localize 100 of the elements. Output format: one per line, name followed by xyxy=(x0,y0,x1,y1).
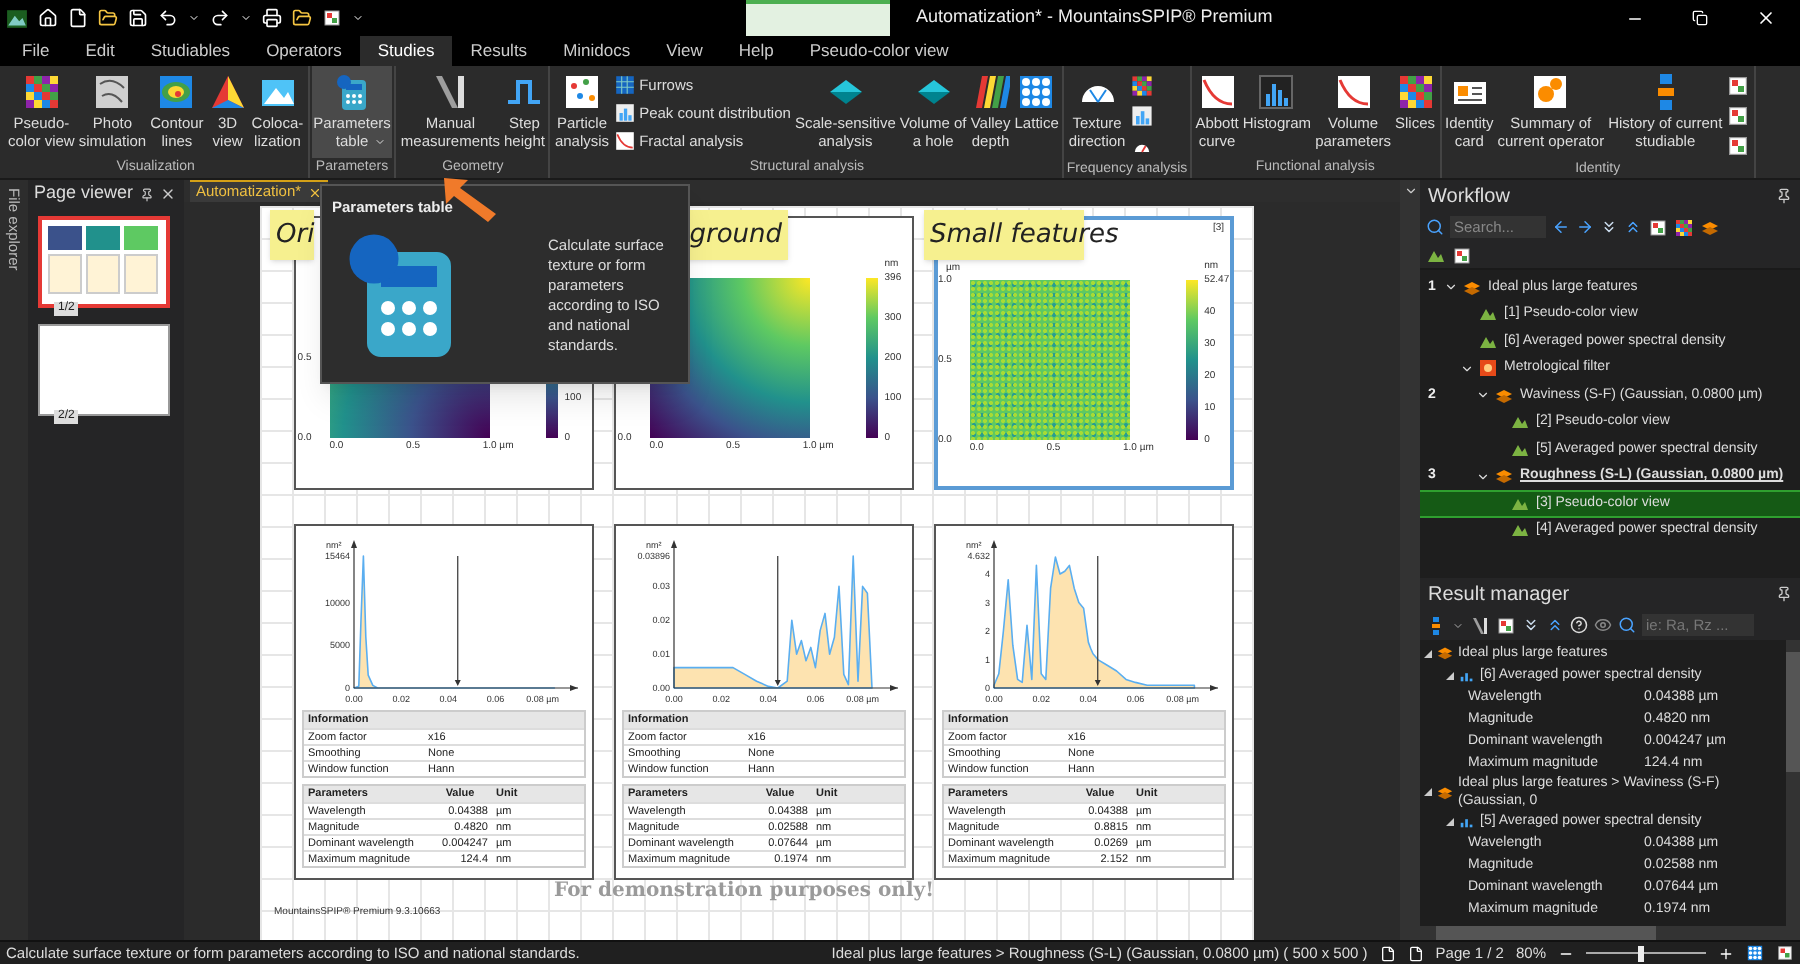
layers-icon xyxy=(1436,644,1454,662)
layers-icon xyxy=(1436,783,1454,801)
layers-icon xyxy=(1494,385,1514,406)
image-icon xyxy=(1726,134,1751,158)
image-icon xyxy=(1726,104,1751,128)
note-text: Small features xyxy=(930,217,1119,254)
peak-icon xyxy=(1510,520,1530,541)
menu-tab[interactable]: Operators xyxy=(248,36,360,66)
pin-icon[interactable] xyxy=(1776,188,1792,204)
menu-tab[interactable]: Minidocs xyxy=(545,36,649,66)
gear-icon xyxy=(1530,72,1571,112)
caret-icon[interactable] xyxy=(188,12,200,24)
panel-title: Page viewer xyxy=(34,180,134,207)
arrow-left-icon[interactable] xyxy=(1552,218,1570,236)
filter-icon xyxy=(1478,358,1498,379)
undo-icon[interactable] xyxy=(158,8,178,28)
document-icon[interactable] xyxy=(68,8,88,28)
bars-icon xyxy=(613,102,636,124)
image-icon xyxy=(1726,74,1751,98)
expand-icon[interactable] xyxy=(1424,649,1432,657)
close-icon xyxy=(1756,8,1776,28)
search-icon xyxy=(1618,616,1636,634)
expand-all-icon[interactable] xyxy=(1600,218,1618,236)
arrow-right-icon[interactable] xyxy=(1576,218,1594,236)
curve-icon xyxy=(613,130,636,152)
app-icon xyxy=(6,7,28,29)
layers-icon xyxy=(1700,217,1720,237)
page-icon[interactable] xyxy=(1407,945,1424,961)
expand-icon[interactable] xyxy=(1476,469,1490,484)
layers-icon xyxy=(1494,466,1514,487)
page-icon[interactable] xyxy=(1379,945,1396,961)
restore-icon xyxy=(1692,10,1708,26)
menu-tab[interactable]: Studiables xyxy=(132,36,249,66)
grid-icon xyxy=(613,74,636,96)
help-icon[interactable] xyxy=(1570,616,1588,634)
layers-icon xyxy=(1462,277,1482,298)
save-icon[interactable] xyxy=(128,8,148,28)
pin-icon[interactable] xyxy=(139,187,154,201)
watermark-text: For demonstration purposes only! xyxy=(554,880,934,902)
menu-tab[interactable]: File xyxy=(4,36,68,66)
caret-icon[interactable] xyxy=(240,12,252,24)
page-thumbnail[interactable] xyxy=(38,324,170,416)
title-block xyxy=(746,0,890,36)
heatmap-icon xyxy=(1395,72,1435,112)
image-icon xyxy=(1452,245,1472,265)
close-icon[interactable] xyxy=(307,185,322,199)
redo-icon[interactable] xyxy=(210,8,230,28)
ribbon-icon-button[interactable] xyxy=(1724,72,1753,100)
note-text: ground xyxy=(689,217,782,254)
surface-icon xyxy=(92,72,133,112)
expand-icon[interactable] xyxy=(1446,671,1454,679)
ribbon-icon-button[interactable] xyxy=(1724,102,1753,130)
heatmap-icon xyxy=(1674,217,1694,237)
caret-icon[interactable] xyxy=(352,12,364,24)
pin-icon[interactable] xyxy=(1776,586,1792,602)
folder-icon[interactable] xyxy=(292,8,312,28)
pyramid-icon xyxy=(207,72,248,112)
image-icon xyxy=(1648,217,1668,237)
menu-tab[interactable]: Pseudo-color view xyxy=(791,36,967,66)
home-icon[interactable] xyxy=(38,8,58,28)
menu-tab[interactable]: Studies xyxy=(359,36,453,66)
window-title: Automatization* - MountainsSPIP® Premium xyxy=(916,4,1273,31)
caret-icon xyxy=(374,136,387,148)
folder-icon[interactable] xyxy=(98,8,118,28)
close-icon[interactable] xyxy=(159,186,176,202)
expand-all-icon[interactable] xyxy=(1522,616,1540,634)
zoom-slider[interactable] xyxy=(1586,945,1706,961)
menu-tab[interactable]: Results xyxy=(452,36,546,66)
zoom-in-icon[interactable] xyxy=(1718,945,1734,961)
slider-thumb[interactable] xyxy=(1637,945,1643,961)
bars-icon xyxy=(1129,104,1154,128)
collapse-all-icon[interactable] xyxy=(1546,616,1564,634)
menu-tab[interactable]: View xyxy=(648,36,721,66)
eye-icon[interactable] xyxy=(1594,616,1612,634)
expand-icon[interactable] xyxy=(1424,788,1432,796)
ribbon-icon-button[interactable] xyxy=(1127,102,1156,130)
image-icon xyxy=(1776,944,1794,962)
flowchart-icon xyxy=(1426,615,1446,635)
heatmap-icon xyxy=(21,72,62,112)
print-icon[interactable] xyxy=(262,8,282,28)
scroll-down-icon[interactable] xyxy=(1403,184,1417,198)
scatter-icon xyxy=(562,72,602,112)
collapse-all-icon[interactable] xyxy=(1624,218,1642,236)
ribbon-icon-button[interactable] xyxy=(1127,72,1156,100)
panel-title: Workflow xyxy=(1428,183,1510,211)
image-icon xyxy=(322,8,342,28)
page-thumbnail[interactable] xyxy=(38,216,170,308)
histogram-icon xyxy=(1256,72,1297,112)
ribbon-icon-button[interactable] xyxy=(1724,132,1753,160)
expand-icon[interactable] xyxy=(1446,817,1454,825)
expand-icon[interactable] xyxy=(1444,280,1458,295)
stripes-icon xyxy=(970,72,1011,112)
menu-tab[interactable]: Help xyxy=(720,36,792,66)
menu-tab[interactable]: Edit xyxy=(67,36,133,66)
caret-icon xyxy=(1452,619,1464,631)
heatmap-icon xyxy=(1129,74,1154,98)
curve-icon xyxy=(1333,72,1374,112)
panel-title: Result manager xyxy=(1428,581,1570,609)
curve-icon xyxy=(1197,72,1238,112)
marker-arrow xyxy=(454,555,461,686)
